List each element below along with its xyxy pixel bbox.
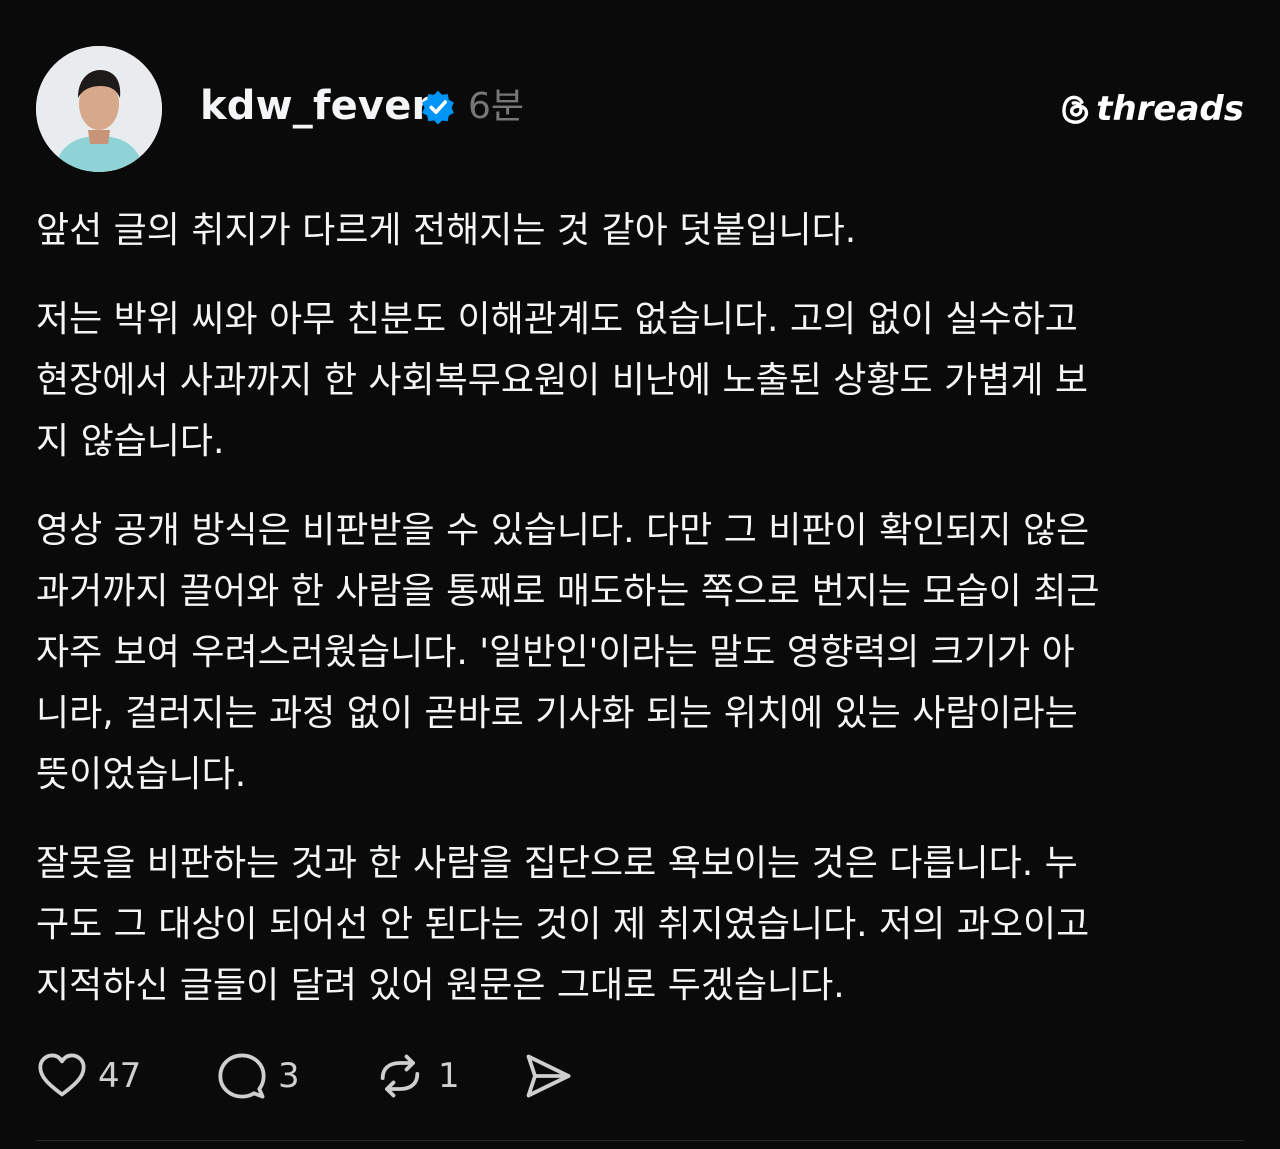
post-header: kdw_fever 6분 threads: [0, 0, 1280, 180]
post-paragraph: 잘못을 비판하는 것과 한 사람을 집단으로 욕보이는 것은 다릅니다. 누 구…: [36, 843, 1090, 1006]
post-actions: 47 3 1: [36, 1048, 574, 1104]
post-paragraph: 영상 공개 방식은 비판받을 수 있습니다. 다만 그 비판이 확인되지 않은 …: [36, 510, 1100, 795]
heart-icon: [38, 1053, 86, 1097]
reply-count: 3: [278, 1056, 300, 1096]
repost-button[interactable]: 1: [372, 1050, 522, 1102]
divider: [36, 1140, 1244, 1141]
threads-logo-icon: [1062, 95, 1089, 124]
avatar-image: [36, 46, 162, 172]
threads-brand: threads: [1058, 86, 1244, 132]
username[interactable]: kdw_fever: [200, 80, 431, 132]
comment-icon: [218, 1053, 266, 1099]
post-body: 앞선 글의 취지가 다르게 전해지는 것 같아 덧붙입니다. 저는 박위 씨와 …: [36, 200, 1246, 1044]
like-count: 47: [98, 1056, 142, 1096]
repost-icon: [380, 1054, 420, 1098]
post-timestamp: 6분: [468, 86, 525, 127]
avatar[interactable]: [36, 46, 162, 172]
reply-button[interactable]: 3: [216, 1050, 372, 1102]
post-paragraph: 저는 박위 씨와 아무 친분도 이해관계도 없습니다. 고의 없이 실수하고 현…: [36, 299, 1089, 462]
send-icon: [526, 1054, 571, 1098]
repost-count: 1: [438, 1056, 460, 1096]
verified-badge-icon: [422, 90, 454, 125]
share-button[interactable]: [522, 1050, 574, 1102]
post-paragraph: 앞선 글의 취지가 다르게 전해지는 것 같아 덧붙입니다.: [36, 210, 857, 251]
like-button[interactable]: 47: [36, 1050, 216, 1102]
threads-wordmark: threads: [1096, 89, 1244, 129]
